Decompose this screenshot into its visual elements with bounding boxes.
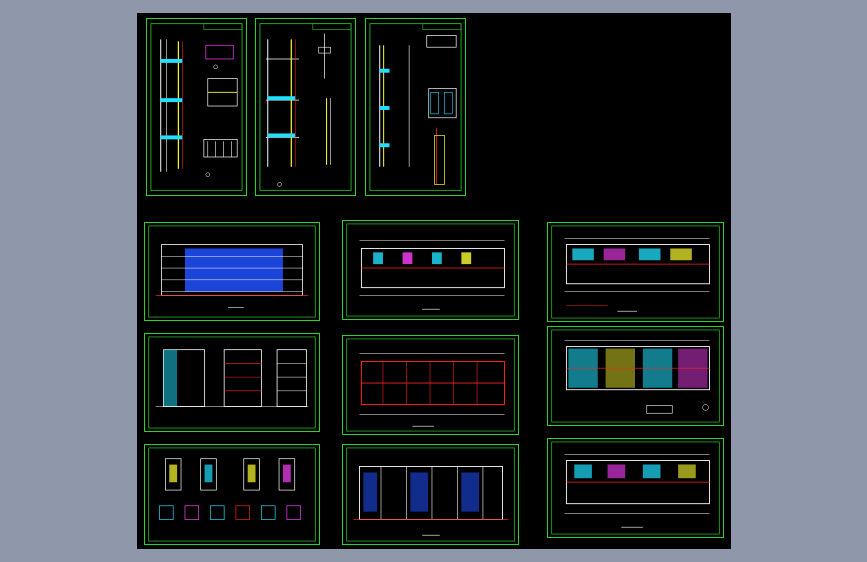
sheet-detail-1[interactable] xyxy=(146,18,247,196)
sheet-detail-3[interactable] xyxy=(365,18,466,196)
sheet-floor-plan-3[interactable] xyxy=(342,335,519,435)
floor-plan-drawing xyxy=(551,225,720,319)
detail-drawing xyxy=(259,23,352,191)
floor-plan-drawing xyxy=(346,223,515,317)
sheet-floor-plan-1[interactable] xyxy=(342,220,519,320)
sheet-section-views[interactable] xyxy=(144,333,320,432)
sheet-floor-plan-2[interactable] xyxy=(547,222,724,322)
floor-plan-drawing xyxy=(551,329,720,423)
floor-plan-drawing xyxy=(346,338,515,432)
sheet-floor-plan-4[interactable] xyxy=(547,326,724,426)
sheet-detail-2[interactable] xyxy=(255,18,356,196)
detail-drawing xyxy=(369,23,462,191)
details-drawing xyxy=(148,447,316,542)
sheet-stair-details[interactable] xyxy=(144,444,320,545)
elevation-drawing xyxy=(346,447,515,542)
section-drawing xyxy=(148,336,316,429)
sheet-floor-plan-5[interactable] xyxy=(547,438,724,538)
sheet-elevation-front[interactable] xyxy=(144,222,320,321)
detail-drawing xyxy=(150,23,243,191)
elevation-drawing xyxy=(148,225,316,318)
floor-plan-drawing xyxy=(551,441,720,535)
sheet-elevation-rear[interactable] xyxy=(342,444,519,545)
cad-model-space[interactable] xyxy=(137,13,731,549)
